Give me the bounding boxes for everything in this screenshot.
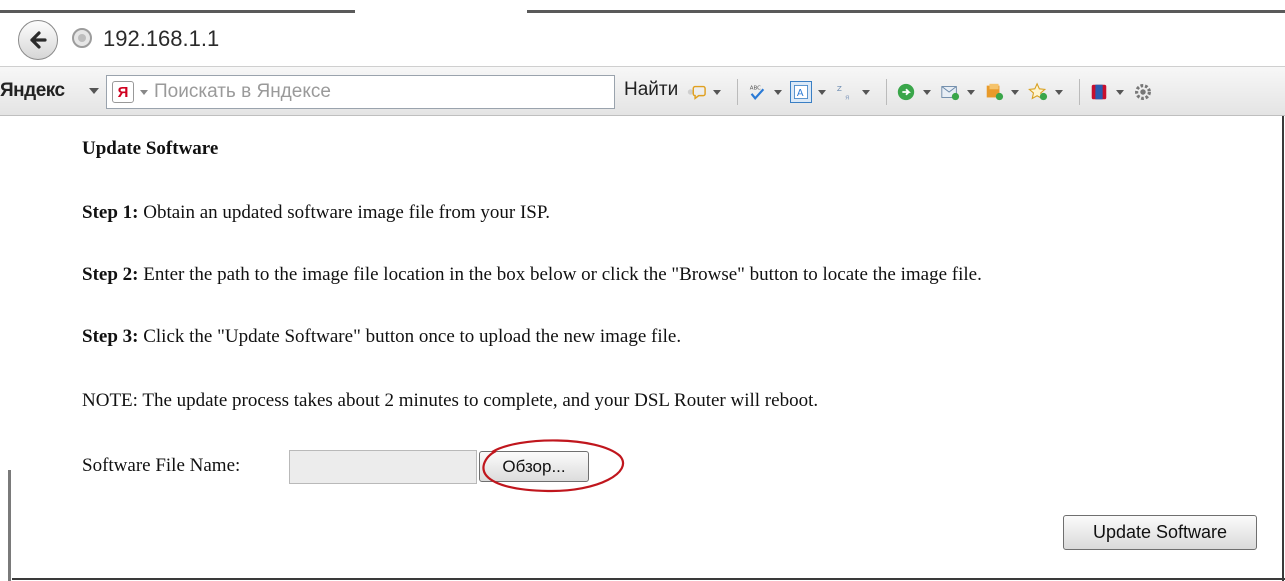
toolbar-divider — [1079, 79, 1080, 105]
settings-icon[interactable] — [1132, 81, 1154, 103]
window-edge-segment — [0, 10, 355, 13]
yandex-logo-icon[interactable]: Я — [112, 81, 134, 103]
file-name-label: Software File Name: — [82, 455, 241, 476]
find-button[interactable]: Найти — [624, 79, 678, 101]
toolbar-divider — [886, 79, 887, 105]
step-2-text: Step 2: Enter the path to the image file… — [82, 264, 982, 286]
chevron-down-icon[interactable] — [774, 89, 782, 95]
page-title: Update Software — [82, 138, 219, 159]
svg-text:A: A — [797, 88, 804, 99]
address-bar: 192.168.1.1 — [0, 14, 1285, 66]
bar-icon[interactable] — [1088, 81, 1110, 103]
step-label: Step 3: — [82, 326, 139, 347]
yandex-toolbar: Яндекс Я Найти ABC A Zя — [0, 66, 1285, 116]
bookmarks-icon[interactable] — [983, 81, 1005, 103]
window-left-edge — [8, 470, 11, 581]
chevron-down-icon[interactable] — [140, 90, 148, 95]
back-button[interactable] — [18, 20, 58, 60]
chevron-down-icon[interactable] — [1055, 89, 1063, 95]
step-label: Step 1: — [82, 202, 139, 223]
assistant-icon[interactable] — [685, 81, 707, 103]
mail-icon[interactable] — [939, 81, 961, 103]
chevron-down-icon[interactable] — [818, 89, 826, 95]
toolbar-divider — [737, 79, 738, 105]
chevron-down-icon[interactable] — [923, 89, 931, 95]
note-text: NOTE: The update process takes about 2 m… — [82, 390, 819, 411]
svg-text:Z: Z — [837, 84, 842, 93]
url-text[interactable]: 192.168.1.1 — [103, 26, 219, 52]
chevron-down-icon[interactable] — [862, 89, 870, 95]
window-bottom-edge — [12, 578, 1285, 580]
step-description: Enter the path to the image file locatio… — [138, 264, 982, 285]
yandex-search-box: Я — [106, 75, 615, 109]
router-update-page: Update Software Step 1: Obtain an update… — [0, 116, 1285, 581]
site-globe-icon — [72, 28, 92, 48]
chevron-down-icon[interactable] — [89, 88, 99, 94]
translate-page-icon[interactable]: A — [790, 81, 812, 103]
step-label: Step 2: — [82, 264, 139, 285]
step-3-text: Step 3: Click the "Update Software" butt… — [82, 326, 681, 348]
svg-text:я: я — [845, 92, 849, 101]
file-path-input[interactable] — [289, 450, 477, 484]
refresh-icon[interactable] — [895, 81, 917, 103]
step-1-text: Step 1: Obtain an updated software image… — [82, 202, 550, 224]
back-arrow-icon — [30, 31, 47, 49]
spellcheck-icon[interactable]: ABC — [746, 81, 768, 103]
update-software-button[interactable]: Update Software — [1063, 515, 1257, 550]
window-edge-segment — [527, 10, 1285, 13]
chevron-down-icon[interactable] — [1116, 89, 1124, 95]
step-description: Obtain an updated software image file fr… — [138, 202, 551, 223]
yandex-brand-label: Яндекс — [0, 80, 65, 101]
step-description: Click the "Update Software" button once … — [138, 326, 682, 347]
chevron-down-icon[interactable] — [967, 89, 975, 95]
favorites-icon[interactable] — [1027, 81, 1049, 103]
chevron-down-icon[interactable] — [1011, 89, 1019, 95]
browse-button[interactable]: Обзор... — [479, 451, 589, 482]
window-right-edge — [1282, 116, 1284, 581]
translate-word-icon[interactable]: Zя — [834, 81, 856, 103]
toolbar-icon-group: ABC A Zя — [685, 77, 1157, 107]
svg-text:ABC: ABC — [750, 85, 761, 91]
yandex-brand-menu[interactable]: Яндекс — [0, 80, 65, 102]
chevron-down-icon[interactable] — [713, 89, 721, 95]
window-top-edge — [0, 0, 1285, 14]
yandex-search-input[interactable] — [154, 80, 604, 104]
